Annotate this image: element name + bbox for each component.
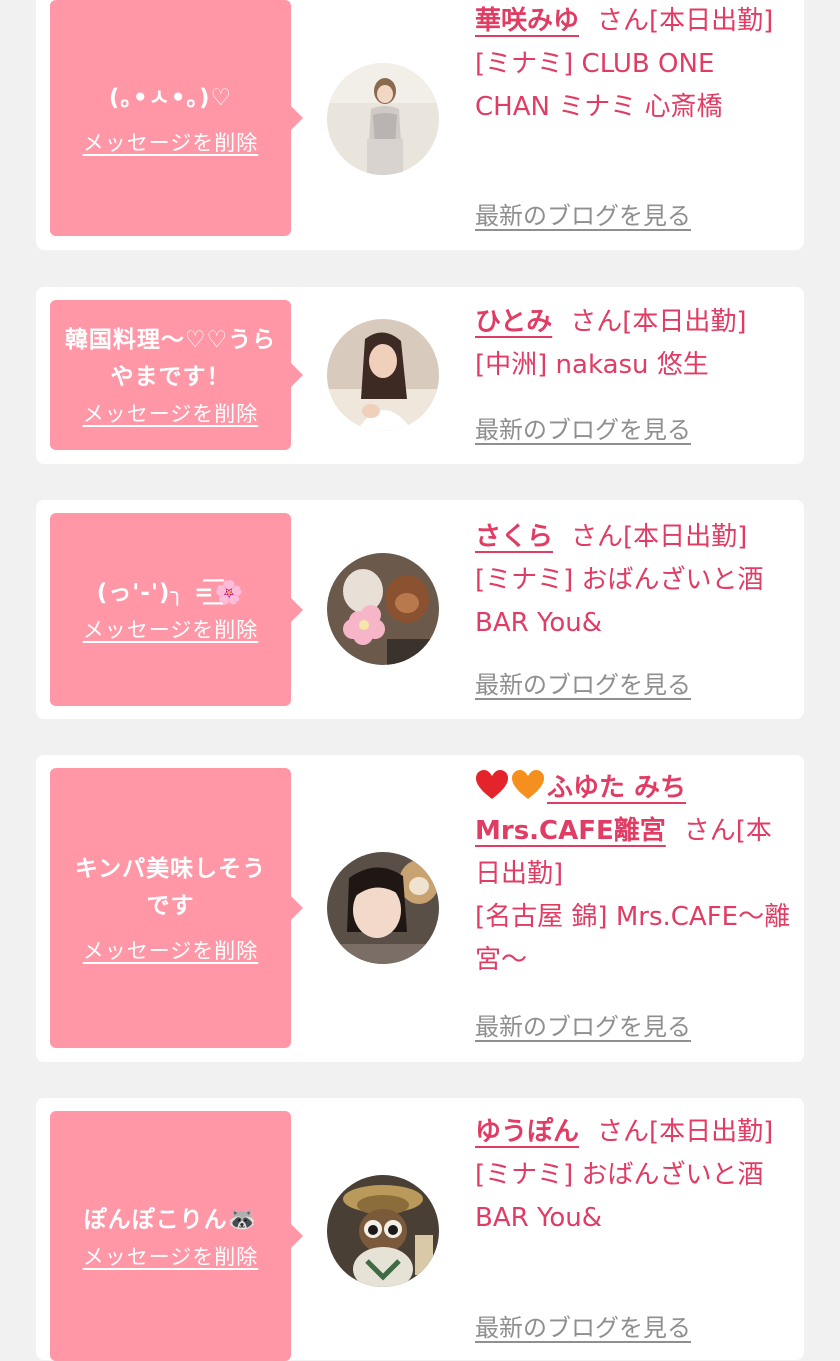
cast-info: ふゆた みちMrs.CAFE離宮 さん[本日出勤] [名古屋 錦] Mrs.CAF… xyxy=(475,767,793,982)
red-heart-icon xyxy=(475,770,509,800)
delete-message-link[interactable]: メッセージを削除 xyxy=(83,1243,259,1271)
shop-name: [中洲] nakasu 悠生 xyxy=(475,350,709,380)
attendance-status: さん[本日出勤] xyxy=(571,522,748,552)
avatar[interactable] xyxy=(327,63,439,175)
avatar[interactable] xyxy=(327,319,439,431)
message-bubble: (｡•ㅅ•｡)♡ メッセージを削除 xyxy=(50,0,303,236)
cast-name-link[interactable]: ゆうぽん xyxy=(475,1117,579,1147)
message-bubble: キンパ美味しそうです メッセージを削除 xyxy=(50,768,303,1048)
shop-name: [ミナミ] おばんざいと酒BAR You& xyxy=(475,1160,764,1233)
shop-name: [名古屋 錦] Mrs.CAFE〜離宮〜 xyxy=(475,902,791,975)
latest-blog-link[interactable]: 最新のブログを見る xyxy=(475,414,691,446)
message-text: (｡•ㅅ•｡)♡ xyxy=(108,84,233,111)
latest-blog-link[interactable]: 最新のブログを見る xyxy=(475,200,691,232)
delete-message-link[interactable]: メッセージを削除 xyxy=(83,400,259,428)
latest-blog-link[interactable]: 最新のブログを見る xyxy=(475,1312,691,1344)
message-text: キンパ美味しそうです xyxy=(74,856,267,919)
delete-message-link[interactable]: メッセージを削除 xyxy=(83,616,259,644)
cast-info: ひとみ さん[本日出勤] [中洲] nakasu 悠生 xyxy=(475,301,793,387)
avatar[interactable] xyxy=(327,852,439,964)
attendance-status: さん[本日出勤] xyxy=(597,6,774,36)
message-card: (っ'-')╮ =͟͟͞͞🌸 メッセージを削除 さくら さん[本日出勤] [ミナミ… xyxy=(36,500,804,719)
avatar[interactable] xyxy=(327,1175,439,1287)
shop-name: [ミナミ] おばんざいと酒BAR You& xyxy=(475,565,764,638)
message-card: キンパ美味しそうです メッセージを削除 ふゆた みちMrs.CAFE離宮 さん[本… xyxy=(36,755,804,1062)
message-card: ぽんぽこりん🦝 メッセージを削除 ゆうぽん さん[本日出勤] [ミナミ] おばんざ… xyxy=(36,1098,804,1361)
cast-info: ゆうぽん さん[本日出勤] [ミナミ] おばんざいと酒BAR You& xyxy=(475,1111,793,1240)
message-card: (｡•ㅅ•｡)♡ メッセージを削除 華咲みゆ さん[本日出勤] [ミナミ] CLU… xyxy=(36,0,804,250)
latest-blog-link[interactable]: 最新のブログを見る xyxy=(475,1011,691,1043)
delete-message-link[interactable]: メッセージを削除 xyxy=(83,937,259,965)
message-text: 韓国料理〜♡♡うらやまです！ xyxy=(64,327,277,390)
attendance-status: さん[本日出勤] xyxy=(597,1117,774,1147)
message-text: (っ'-')╮ =͟͟͞͞🌸 xyxy=(96,580,245,606)
cast-name-link[interactable]: さくら xyxy=(475,522,553,552)
message-bubble: (っ'-')╮ =͟͟͞͞🌸 メッセージを削除 xyxy=(50,513,303,706)
cast-name-link[interactable]: ひとみ xyxy=(475,307,552,337)
orange-heart-icon xyxy=(511,770,545,800)
message-card: 韓国料理〜♡♡うらやまです！ メッセージを削除 ひとみ さん[本日出勤] [中洲]… xyxy=(36,287,804,464)
attendance-status: さん[本日出勤] xyxy=(570,307,747,337)
avatar[interactable] xyxy=(327,553,439,665)
shop-name: [ミナミ] CLUB ONE CHAN ミナミ 心斎橋 xyxy=(475,49,723,122)
cast-name-link[interactable]: 華咲みゆ xyxy=(475,6,579,36)
message-bubble: 韓国料理〜♡♡うらやまです！ メッセージを削除 xyxy=(50,300,303,450)
cast-info: 華咲みゆ さん[本日出勤] [ミナミ] CLUB ONE CHAN ミナミ 心斎橋 xyxy=(475,0,793,129)
latest-blog-link[interactable]: 最新のブログを見る xyxy=(475,669,691,701)
delete-message-link[interactable]: メッセージを削除 xyxy=(83,129,259,157)
message-bubble: ぽんぽこりん🦝 メッセージを削除 xyxy=(50,1111,303,1361)
cast-name-link[interactable]: ふゆた みちMrs.CAFE離宮 xyxy=(475,770,686,846)
cast-info: さくら さん[本日出勤] [ミナミ] おばんざいと酒BAR You& xyxy=(475,516,793,645)
message-text: ぽんぽこりん🦝 xyxy=(83,1206,258,1233)
